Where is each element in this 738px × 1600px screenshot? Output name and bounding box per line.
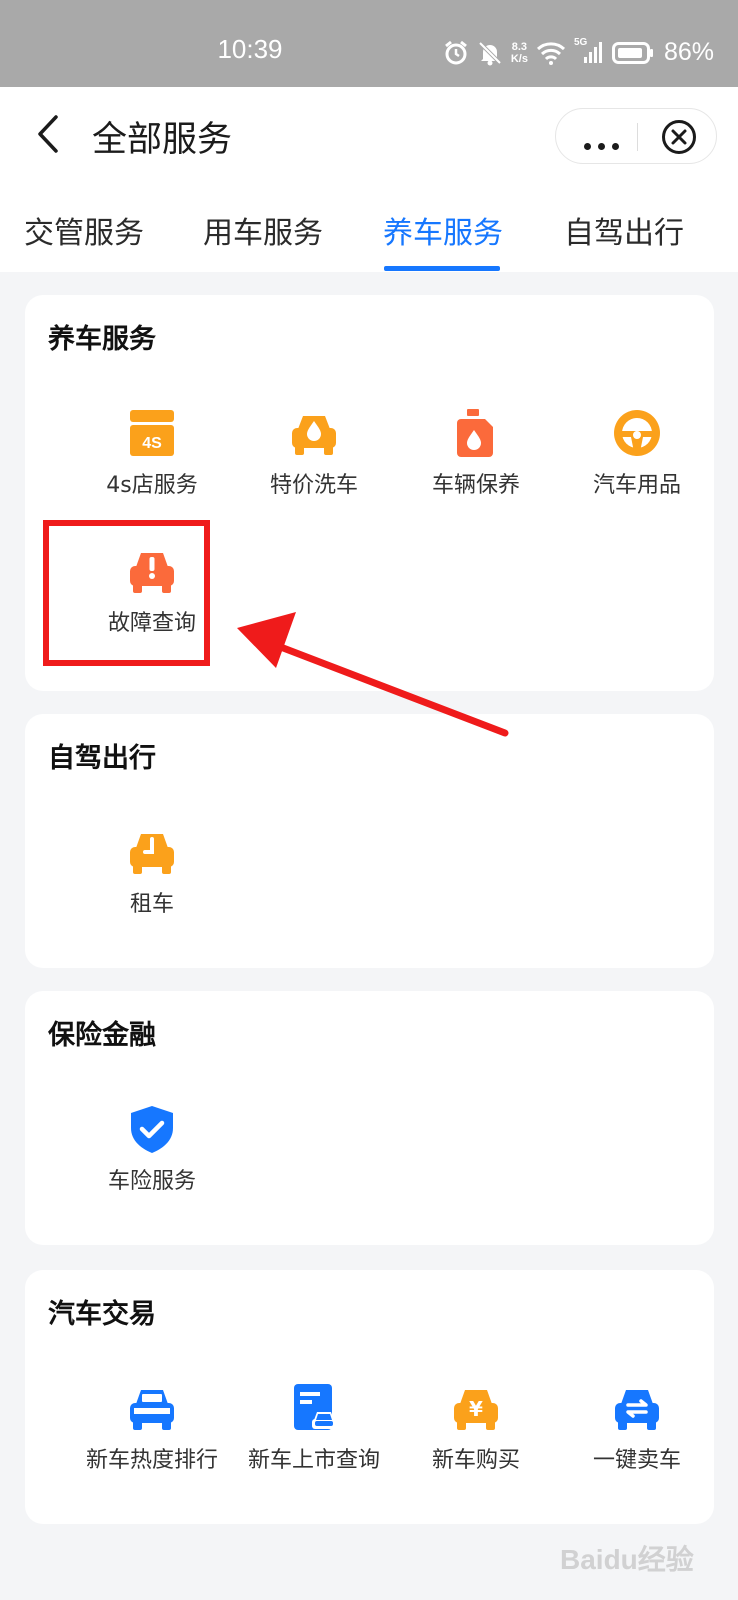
status-time: 10:39 — [217, 34, 283, 64]
service-4s-store[interactable]: 4S 4s店服务 — [71, 407, 233, 499]
section-title: 养车服务 — [48, 324, 156, 355]
section-title: 自驾出行 — [48, 743, 156, 774]
close-icon[interactable] — [661, 119, 697, 155]
tab-car-use-services[interactable]: 用车服务 — [203, 208, 323, 252]
header-bar: 全部服务 — [0, 87, 738, 180]
section-title: 汽车交易 — [48, 1299, 156, 1330]
more-options-icon[interactable] — [584, 135, 626, 154]
service-new-car-ranking[interactable]: 新车热度排行 — [71, 1382, 233, 1474]
service-label: 新车热度排行 — [85, 1448, 218, 1473]
network-speed: 8.3 K/s — [511, 41, 528, 65]
back-arrow-icon[interactable] — [30, 113, 70, 155]
service-new-car-purchase[interactable]: ¥ 新车购买 — [395, 1382, 557, 1474]
mini-program-capsule — [555, 108, 717, 164]
network-speed-unit: K/s — [510, 52, 528, 65]
network-speed-value: 8.3 — [511, 40, 528, 53]
car-ranking-icon — [130, 1390, 174, 1430]
service-car-insurance[interactable]: 车险服务 — [71, 1103, 233, 1195]
shield-check-icon — [131, 1106, 173, 1153]
car-rental-icon — [130, 834, 174, 874]
service-label: 汽车用品 — [592, 473, 681, 498]
section-self-drive: 自驾出行 租车 — [25, 714, 714, 968]
service-new-car-launch-query[interactable]: 新车上市查询 — [233, 1382, 395, 1474]
service-label: 特价洗车 — [269, 473, 358, 498]
service-label: 车险服务 — [107, 1169, 196, 1194]
tab-self-drive-travel[interactable]: 自驾出行 — [564, 208, 684, 252]
steering-wheel-icon — [614, 410, 660, 456]
4s-store-icon: 4S — [130, 410, 174, 456]
status-bar: 10:39 8.3 K/s 5G 86% — [0, 0, 738, 87]
cellular-signal-icon: 5G — [574, 37, 604, 65]
service-car-accessories[interactable]: 汽车用品 — [556, 407, 718, 499]
tab-traffic-services[interactable]: 交管服务 — [24, 208, 144, 252]
page-title: 全部服务 — [92, 120, 233, 160]
service-label: 租车 — [129, 892, 174, 917]
capsule-divider — [637, 123, 638, 151]
4s-icon-text: 4S — [142, 435, 162, 452]
service-car-rental[interactable]: 租车 — [71, 826, 233, 918]
section-car-trade: 汽车交易 新车热度排行 新车上市查询 ¥ 新车购买 一键卖车 — [25, 1270, 714, 1524]
section-insurance-finance: 保险金融 车险服务 — [25, 991, 714, 1245]
battery-icon — [611, 41, 653, 64]
car-yen-icon: ¥ — [454, 1390, 498, 1430]
service-label: 一键卖车 — [592, 1448, 681, 1473]
service-vehicle-maintenance[interactable]: 车辆保养 — [395, 407, 557, 499]
service-label: 新车上市查询 — [247, 1448, 380, 1473]
yen-icon-text: ¥ — [469, 1397, 483, 1421]
service-one-click-sell-car[interactable]: 一键卖车 — [556, 1382, 718, 1474]
alarm-icon — [444, 40, 467, 64]
car-wash-icon — [292, 416, 336, 455]
service-label: 车辆保养 — [431, 473, 520, 498]
new-car-document-icon — [294, 1384, 336, 1430]
wifi-icon — [536, 41, 565, 65]
service-label: 4s店服务 — [106, 473, 198, 498]
service-label: 新车购买 — [431, 1448, 520, 1473]
status-icons: 8.3 K/s 5G 86% — [443, 37, 714, 67]
annotation-highlight-box — [43, 520, 210, 666]
baidu-watermark: Baidu经验 — [560, 1544, 694, 1575]
battery-percent: 86% — [663, 38, 714, 66]
active-tab-indicator — [384, 266, 500, 271]
car-exchange-icon — [615, 1390, 659, 1430]
service-car-wash[interactable]: 特价洗车 — [233, 407, 395, 499]
mute-bell-icon — [478, 41, 502, 65]
tab-car-maintenance-services[interactable]: 养车服务 — [383, 208, 503, 252]
oil-bottle-icon — [457, 409, 493, 457]
section-title: 保险金融 — [48, 1020, 156, 1051]
category-tabs: 交管服务 用车服务 养车服务 自驾出行 — [0, 180, 738, 272]
